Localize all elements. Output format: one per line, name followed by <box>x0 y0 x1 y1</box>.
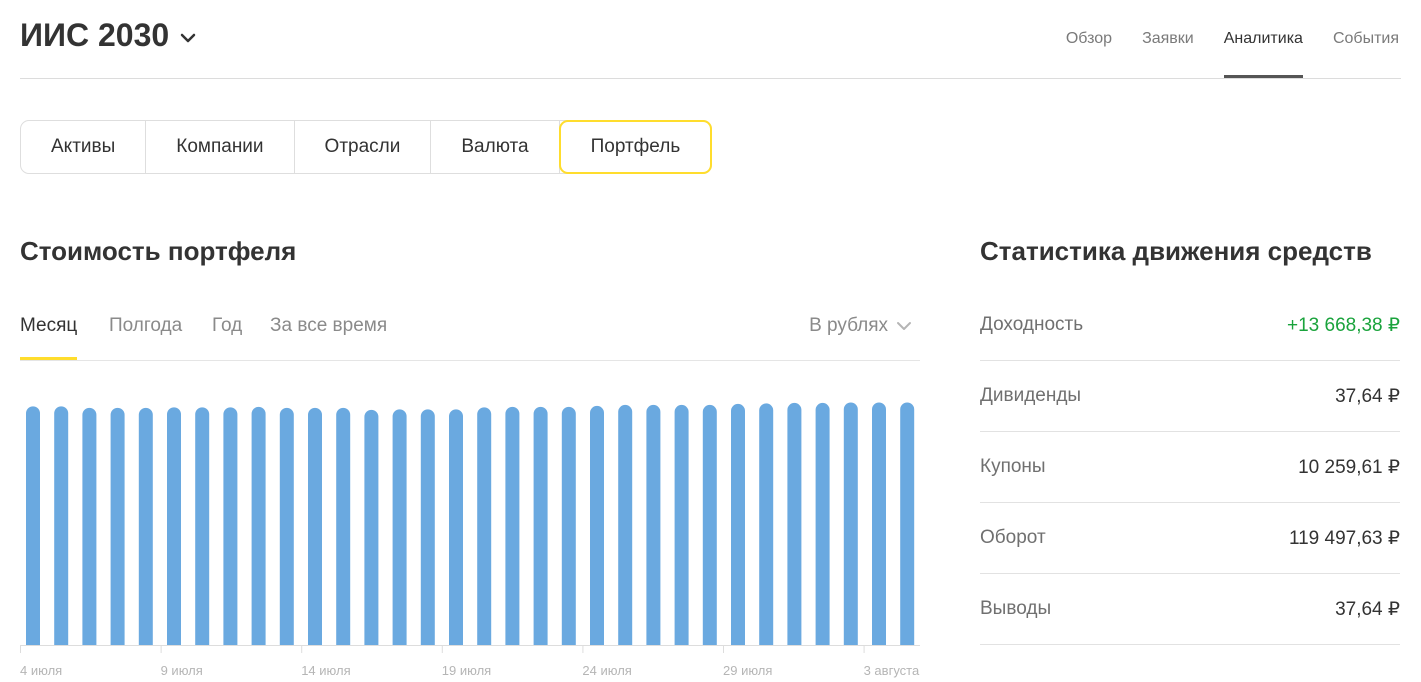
tab-currency[interactable]: Валюта <box>431 121 560 173</box>
stat-value: 10 259,61 ₽ <box>1298 457 1400 478</box>
portfolio-chart-svg: 4 июля 9 июля 14 июля 19 июля 24 июля 29 июля… <box>20 402 920 678</box>
tab-portfolio[interactable]: Портфель <box>558 120 713 174</box>
stat-value: 37,64 ₽ <box>1335 599 1400 620</box>
chart-bar[interactable] <box>110 407 125 645</box>
chevron-down-icon <box>897 322 911 330</box>
tab-companies[interactable]: Компании <box>146 121 295 173</box>
stat-label: Дивиденды <box>980 385 1082 406</box>
chart-bar[interactable] <box>731 403 745 645</box>
stat-value: 37,64 ₽ <box>1335 386 1400 407</box>
period-selector: Месяц Полгода Год За все время В рублях <box>20 300 920 360</box>
chart-tick-label: 29 июля <box>723 663 772 678</box>
top-bar: ИИС 2030 Обзор Заявки Аналитика События <box>0 0 1421 80</box>
chart-tick-label: 3 августа <box>864 663 920 678</box>
stat-value: +13 668,38 ₽ <box>1287 315 1400 336</box>
stat-value: 119 497,63 ₽ <box>1288 528 1400 549</box>
chart-bar[interactable] <box>872 402 886 645</box>
stats-title: Статистика движения средств <box>980 236 1372 266</box>
tab-sectors[interactable]: Отрасли <box>295 121 432 173</box>
chart-bar[interactable] <box>449 409 463 645</box>
chart-bar[interactable] <box>195 407 210 645</box>
stat-row-yield: Доходность +13 668,38 ₽ <box>980 290 1400 361</box>
nav-events[interactable]: События <box>1333 0 1399 78</box>
period-month[interactable]: Месяц <box>20 300 78 360</box>
portfolio-value-title: Стоимость портфеля <box>20 236 297 266</box>
chart-bar[interactable] <box>787 402 802 645</box>
chart-bar[interactable] <box>82 407 97 645</box>
chart-bar[interactable] <box>900 402 915 645</box>
chart-bar[interactable] <box>26 406 40 645</box>
chart-tick-label: 4 июля <box>20 663 62 678</box>
chart-bar[interactable] <box>364 409 379 645</box>
chart-bar[interactable] <box>533 406 548 645</box>
chart-bar[interactable] <box>279 407 294 645</box>
stat-label: Оборот <box>980 527 1046 548</box>
period-half-year[interactable]: Полгода <box>109 300 182 360</box>
nav-analytics[interactable]: Аналитика <box>1223 0 1304 78</box>
chart-bar[interactable] <box>815 402 830 645</box>
chart-bar[interactable] <box>590 405 604 645</box>
stat-label: Купоны <box>980 456 1046 477</box>
chart-tick-label: 9 июля <box>161 663 203 678</box>
top-nav: Обзор Заявки Аналитика События <box>1036 0 1399 78</box>
chart-bar[interactable] <box>420 409 435 645</box>
tab-assets[interactable]: Активы <box>21 121 147 173</box>
currency-dropdown[interactable]: В рублях <box>809 300 912 352</box>
chart-bar[interactable] <box>477 407 492 645</box>
chart-tick-label: 19 июля <box>442 663 491 678</box>
period-all-time[interactable]: За все время <box>270 300 387 360</box>
chart-bar[interactable] <box>505 406 520 645</box>
chart-tick-label: 14 июля <box>301 663 350 678</box>
account-title: ИИС 2030 <box>20 17 170 53</box>
chart-bar[interactable] <box>759 403 774 645</box>
chart-bar[interactable] <box>843 402 858 645</box>
chart-bar[interactable] <box>251 406 266 645</box>
stat-label: Выводы <box>980 598 1052 619</box>
stat-row-withdrawals: Выводы 37,64 ₽ <box>980 574 1400 645</box>
chart-bar[interactable] <box>54 406 69 645</box>
analytics-tabs: Активы Компании Отрасли Валюта Портфель <box>20 120 713 174</box>
chart-bar[interactable] <box>674 404 689 645</box>
period-divider <box>20 360 920 361</box>
stats-list: Доходность +13 668,38 ₽ Дивиденды 37,64 … <box>980 290 1400 645</box>
chart-tick-label: 24 июля <box>582 663 631 678</box>
chart-bar[interactable] <box>646 404 661 645</box>
chart-bar[interactable] <box>223 407 238 645</box>
chart-bar[interactable] <box>561 406 576 645</box>
account-selector[interactable]: ИИС 2030 <box>20 17 197 54</box>
currency-label: В рублях <box>809 315 888 336</box>
stat-label: Доходность <box>980 314 1084 335</box>
period-year[interactable]: Год <box>212 300 242 360</box>
chevron-down-icon <box>180 33 196 42</box>
header-divider <box>20 78 1401 79</box>
stat-row-turnover: Оборот 119 497,63 ₽ <box>980 503 1400 574</box>
portfolio-chart: 4 июля 9 июля 14 июля 19 июля 24 июля 29 июля… <box>20 380 920 682</box>
chart-bar[interactable] <box>308 407 322 645</box>
chart-bar[interactable] <box>392 409 407 645</box>
chart-bar[interactable] <box>167 407 181 645</box>
stat-row-coupons: Купоны 10 259,61 ₽ <box>980 432 1400 503</box>
chart-bar[interactable] <box>138 407 153 645</box>
chart-bar[interactable] <box>702 404 717 645</box>
chart-bar[interactable] <box>618 404 633 645</box>
nav-overview[interactable]: Обзор <box>1066 0 1112 78</box>
nav-orders[interactable]: Заявки <box>1142 0 1194 78</box>
stat-row-dividends: Дивиденды 37,64 ₽ <box>980 361 1400 432</box>
chart-bar[interactable] <box>336 407 351 645</box>
